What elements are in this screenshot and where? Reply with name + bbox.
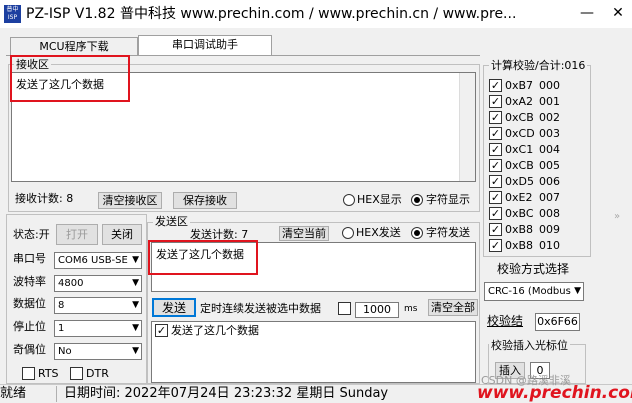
timer-send-checkbox[interactable]: [338, 302, 351, 315]
baud-label: 波特率: [13, 275, 46, 288]
chevron-down-icon: ▼: [132, 346, 139, 356]
minimize-icon[interactable]: —: [573, 0, 601, 28]
list-item[interactable]: ✓ 0xB8 009: [489, 222, 587, 238]
stopbits-select[interactable]: 1 ▼: [54, 320, 142, 337]
char-display-radio[interactable]: [411, 194, 423, 206]
open-port-button[interactable]: 打开: [56, 224, 98, 245]
clear-all-button[interactable]: 清空全部: [428, 299, 478, 316]
port-label: 串口号: [13, 252, 46, 265]
parity-select[interactable]: No ▼: [54, 343, 142, 360]
list-item[interactable]: ✓ 0xD5 006: [489, 174, 587, 190]
chevron-down-icon: ▼: [132, 323, 139, 333]
hex-display-label: HEX显示: [357, 193, 402, 206]
list-item[interactable]: ✓ 0xE2 007: [489, 190, 587, 206]
save-receive-button[interactable]: 保存接收: [173, 192, 237, 209]
char-send-label: 字符发送: [426, 226, 470, 239]
window-title: PZ-ISP V1.82 普中科技 www.prechin.com / www.…: [26, 6, 517, 22]
chevron-down-icon: ▼: [574, 286, 581, 296]
chevron-down-icon: ▼: [132, 278, 139, 288]
dtr-label: DTR: [86, 367, 109, 380]
send-group-label: 发送区: [153, 215, 190, 228]
list-item[interactable]: ✓ 0xA2 001: [489, 94, 587, 110]
dtr-checkbox[interactable]: [70, 367, 83, 380]
list-item[interactable]: ✓ 0xB7 000: [489, 78, 587, 94]
history-item[interactable]: 发送了这几个数据: [171, 324, 259, 338]
chevron-down-icon: ▼: [132, 255, 139, 265]
list-item[interactable]: ✓ 0xCB 005: [489, 158, 587, 174]
rts-label: RTS: [38, 367, 59, 380]
interval-unit: ms: [404, 304, 418, 314]
checksum-insert-group-label: 校验插入光标位: [489, 339, 570, 352]
clear-receive-button[interactable]: 清空接收区: [98, 192, 162, 209]
interval-input[interactable]: 1000: [355, 302, 399, 318]
expand-right-icon[interactable]: »: [614, 210, 620, 224]
checksum-group-label: 计算校验/合计:016: [489, 59, 588, 72]
clear-current-button[interactable]: 清空当前: [279, 226, 329, 241]
right-margin: [594, 30, 632, 384]
close-port-button[interactable]: 关闭: [102, 224, 142, 245]
databits-label: 数据位: [13, 297, 46, 310]
databits-select[interactable]: 8 ▼: [54, 297, 142, 314]
parity-label: 奇偶位: [13, 343, 46, 356]
receive-scrollbar[interactable]: [459, 73, 475, 181]
receive-count: 接收计数: 8: [15, 192, 74, 205]
checksum-list: ✓ 0xB7 000 ✓ 0xA2 001 ✓ 0xCB 002 ✓ 0xCD 003 ✓ 0xC…: [489, 78, 587, 254]
timer-send-label: 定时连续发送被选中数据: [200, 302, 321, 315]
hex-display-radio[interactable]: [343, 194, 355, 206]
char-display-label: 字符显示: [426, 193, 470, 206]
checksum-result-label: 校验结: [487, 314, 524, 328]
status-divider: [56, 386, 57, 402]
status-ready: 就绪: [0, 386, 27, 401]
checksum-result-value: 0x6F66: [535, 313, 580, 331]
status-datetime: 日期时间: 2022年07月24日 23:23:32 星期日 Sunday: [64, 386, 389, 401]
app-logo-icon: 普中ISP: [4, 5, 21, 23]
stopbits-label: 停止位: [13, 320, 46, 333]
history-item-checkbox[interactable]: ✓: [155, 324, 168, 337]
list-item[interactable]: ✓ 0xCD 003: [489, 126, 587, 142]
list-item[interactable]: ✓ 0xB8 010: [489, 238, 587, 254]
tab-serial-assistant[interactable]: 串口调试助手: [138, 35, 272, 56]
brand-url: www.prechin.com: [477, 383, 632, 403]
rts-checkbox[interactable]: [22, 367, 35, 380]
hex-send-label: HEX发送: [356, 226, 401, 239]
baud-select[interactable]: 4800 ▼: [54, 275, 142, 292]
checksum-method-label: 校验方式选择: [497, 262, 570, 276]
send-button[interactable]: 发送: [152, 298, 196, 317]
list-item[interactable]: ✓ 0xC1 004: [489, 142, 587, 158]
serial-status: 状态:开: [13, 228, 50, 241]
tab-mcu-download[interactable]: MCU程序下载: [10, 37, 138, 56]
checksum-method-select[interactable]: CRC-16 (Modbus ▼: [484, 282, 584, 301]
highlight-receive: [10, 55, 130, 102]
highlight-send: [148, 240, 258, 275]
list-item[interactable]: ✓ 0xCB 002: [489, 110, 587, 126]
list-item[interactable]: ✓ 0xBC 008: [489, 206, 587, 222]
hex-send-radio[interactable]: [342, 227, 354, 239]
close-icon[interactable]: ✕: [604, 0, 632, 28]
port-select[interactable]: COM6 USB-SE ▼: [54, 252, 142, 269]
chevron-down-icon: ▼: [132, 300, 139, 310]
char-send-radio[interactable]: [411, 227, 423, 239]
